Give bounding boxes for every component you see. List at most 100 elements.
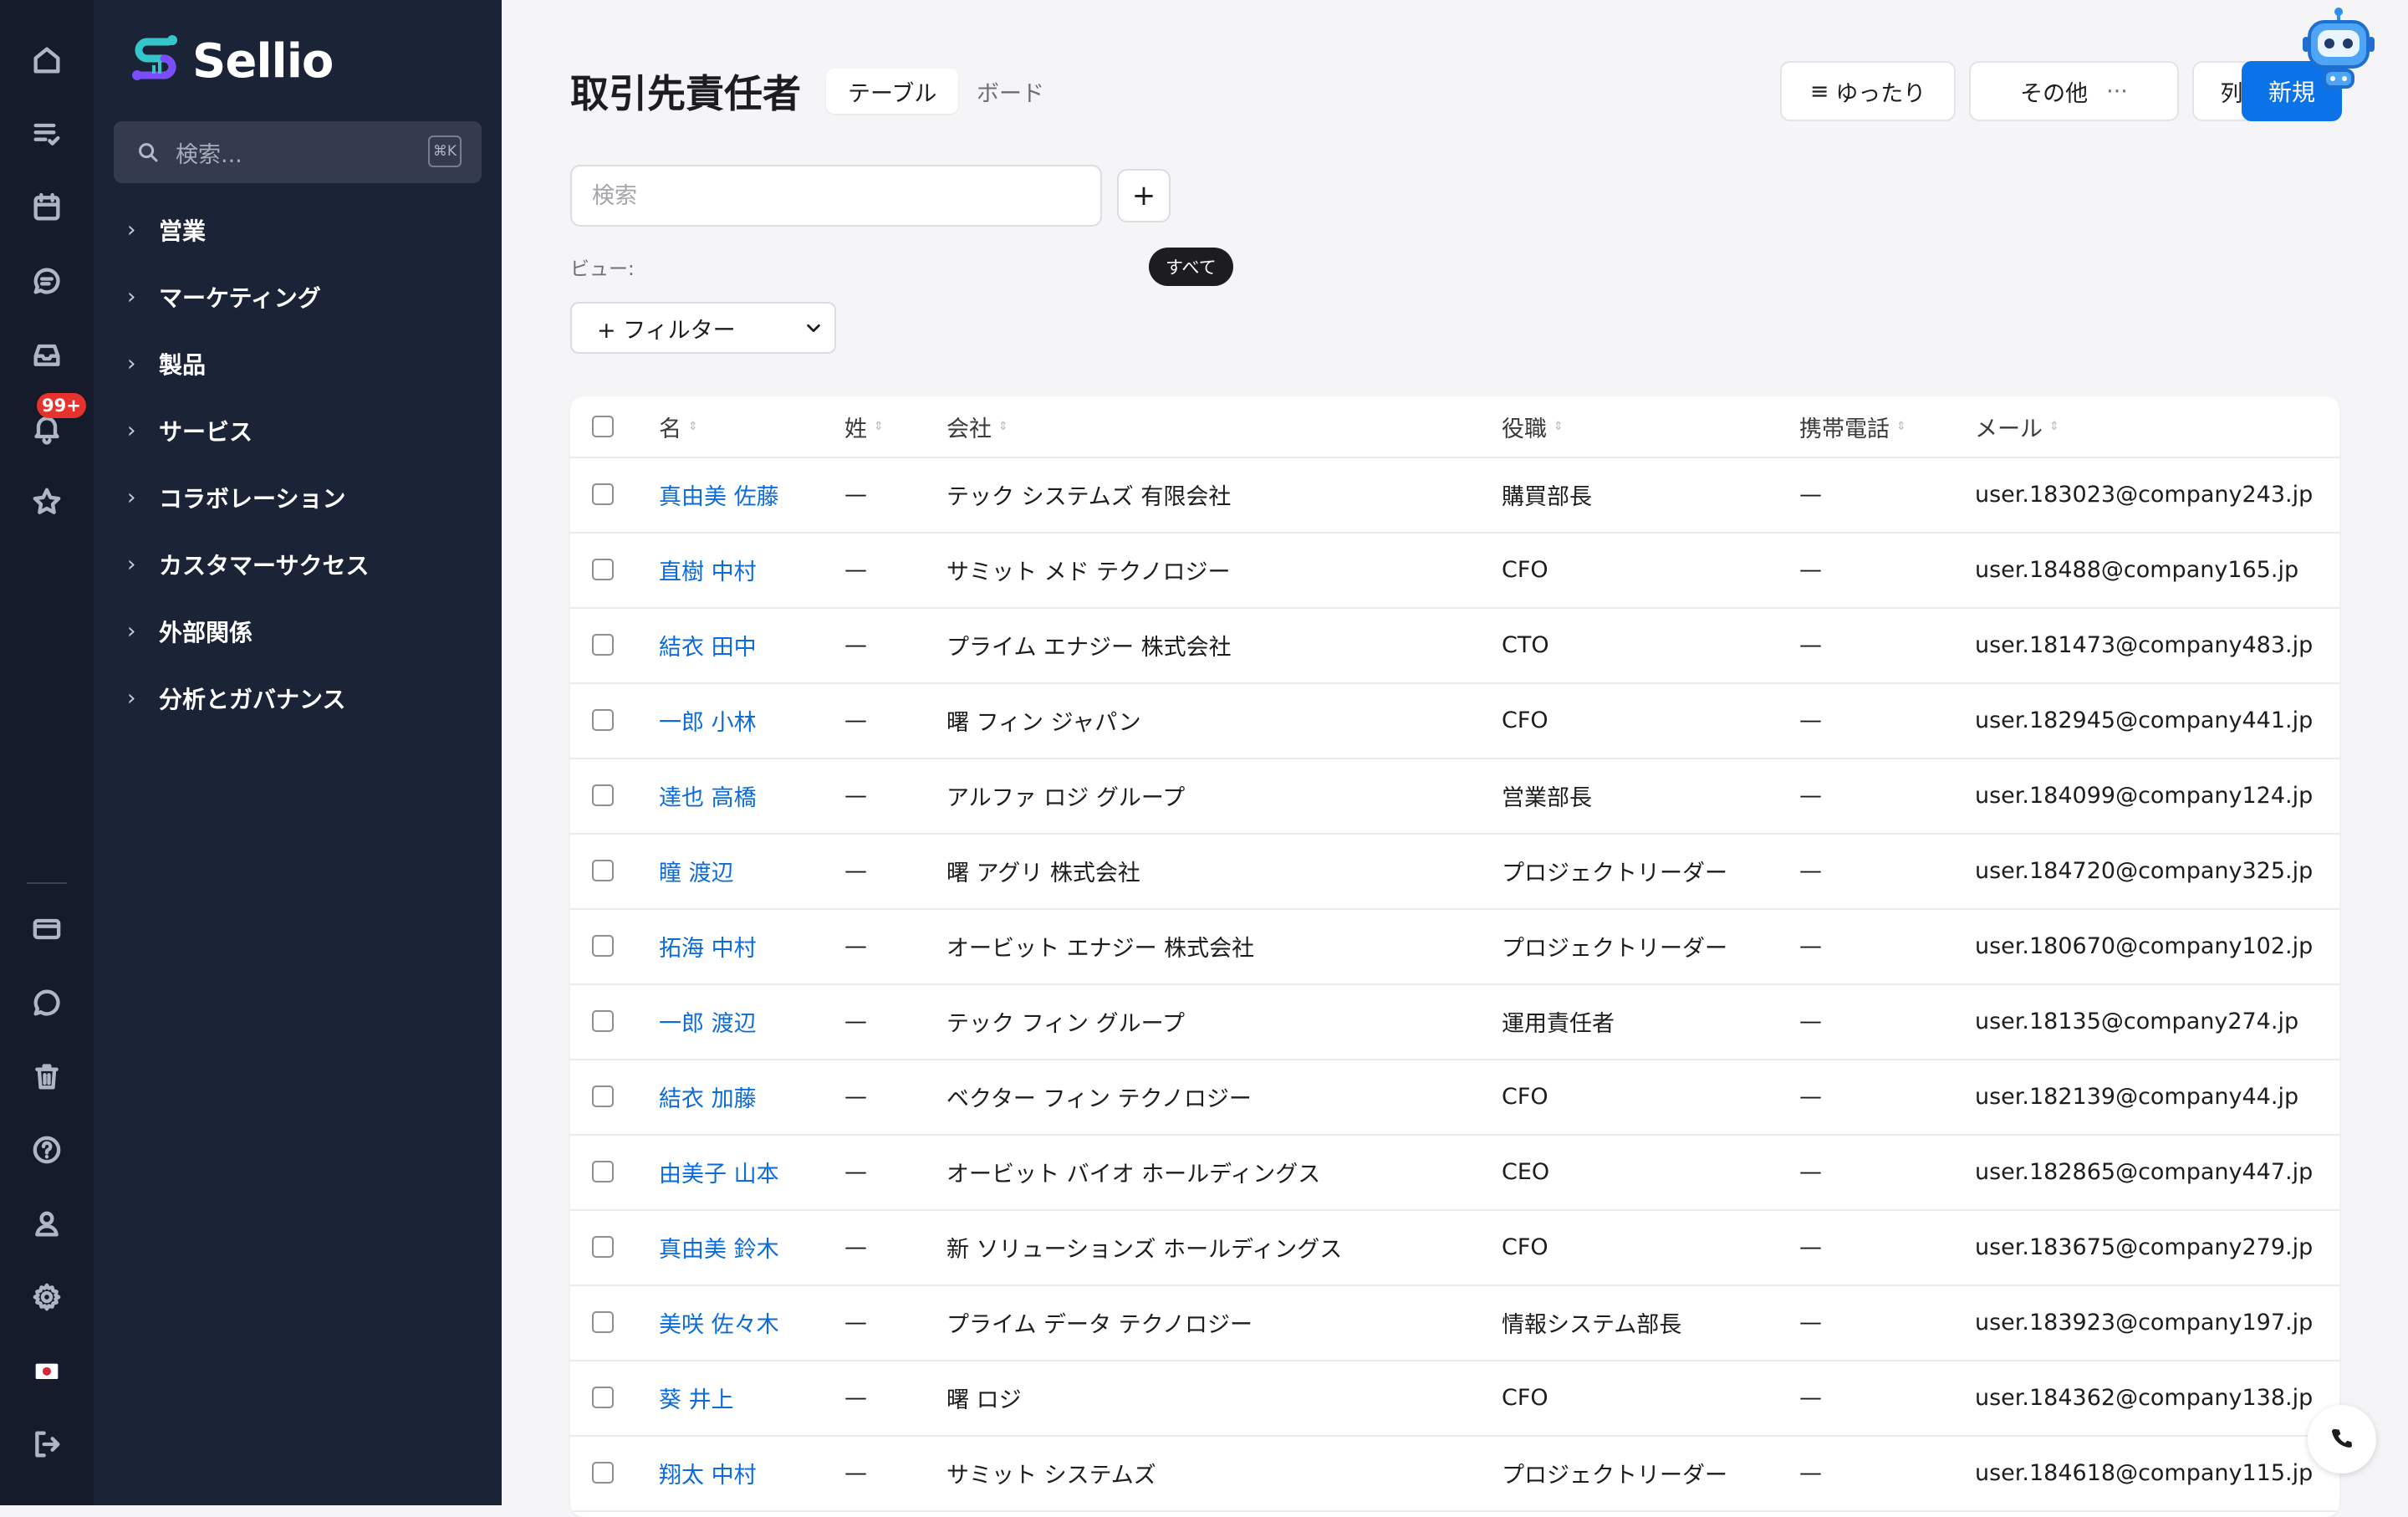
table-row[interactable]: 直樹 中村 — サミット メド テクノロジー CFO — user.18488@compa… [570, 532, 2339, 609]
table-row[interactable]: 真由美 佐藤 — テック システムズ 有限会社 購買部長 — user.183023@co… [570, 457, 2339, 534]
table-row[interactable]: 由美子 山本 — オービット バイオ ホールディングス CEO — user.182865… [570, 1134, 2339, 1211]
sidebar-item-external[interactable]: › 外部関係 [127, 606, 253, 656]
trash-icon[interactable] [28, 1058, 65, 1095]
shortcut-hint: ⌘K [428, 135, 462, 167]
select-all-checkbox[interactable] [592, 416, 614, 437]
row-checkbox[interactable] [592, 1462, 614, 1484]
cell-mobile: — [1799, 556, 1822, 583]
inbox-icon[interactable] [28, 336, 65, 373]
sidebar-item-service[interactable]: › サービス [127, 406, 253, 456]
chat-icon[interactable] [28, 263, 65, 299]
column-header-first-name[interactable]: 名 ⇕ [659, 396, 698, 457]
cell-first-name[interactable]: 結衣 加藤 [659, 1059, 757, 1134]
cell-first-name[interactable]: 達也 高橋 [659, 758, 757, 833]
column-header-last-name[interactable]: 姓 ⇕ [844, 396, 884, 457]
cell-first-name[interactable]: 一郎 小林 [659, 682, 757, 758]
cell-title: プロジェクトリーダー [1502, 1462, 1727, 1489]
row-checkbox[interactable] [592, 1085, 614, 1107]
cell-first-name[interactable]: 瞳 渡辺 [659, 833, 734, 908]
add-filter-button[interactable]: + [1117, 169, 1171, 222]
column-header-mobile[interactable]: 携帯電話 ⇕ [1799, 396, 1906, 457]
sidebar-item-marketing[interactable]: › マーケティング [127, 272, 321, 322]
row-checkbox[interactable] [592, 1311, 614, 1333]
notification-badge: 99+ [37, 393, 86, 418]
logout-icon[interactable] [28, 1426, 65, 1463]
table-row[interactable]: 達也 高橋 — アルファ ロジ グループ 営業部長 — user.184099@compa… [570, 758, 2339, 835]
row-checkbox[interactable] [592, 634, 614, 656]
filter-select[interactable]: + フィルター [570, 302, 836, 354]
home-icon[interactable] [28, 42, 65, 79]
menu-lines-icon: ≡ [1809, 78, 1829, 105]
cell-title: CFO [1502, 556, 1548, 583]
cell-mobile: — [1799, 631, 1822, 658]
tab-table[interactable]: テーブル [826, 69, 959, 114]
table-row[interactable]: 翔太 中村 — サミット システムズ プロジェクトリーダー — user.184618@c… [570, 1435, 2339, 1512]
cell-first-name[interactable]: 直樹 中村 [659, 532, 757, 607]
star-icon[interactable] [28, 483, 65, 520]
cell-company: プライム エナジー 株式会社 [946, 634, 1232, 661]
column-header-company[interactable]: 会社 ⇕ [946, 396, 1008, 457]
tab-board[interactable]: ボード [955, 69, 1066, 114]
more-button[interactable]: その他 ··· [1969, 61, 2179, 121]
cell-first-name[interactable]: 由美子 山本 [659, 1134, 779, 1209]
table-row[interactable]: 一郎 渡辺 — テック フィン グループ 運用責任者 — user.18135@compa… [570, 983, 2339, 1060]
sidebar-item-label: 外部関係 [159, 619, 253, 646]
cell-company: プライム データ テクノロジー [946, 1311, 1253, 1338]
help-icon[interactable] [28, 1131, 65, 1168]
sidebar-item-sales[interactable]: › 営業 [127, 205, 206, 255]
assistant-bot-icon[interactable] [2301, 7, 2376, 99]
row-checkbox[interactable] [592, 1236, 614, 1258]
cell-first-name[interactable]: 結衣 田中 [659, 607, 757, 682]
cell-first-name[interactable]: 美咲 佐々木 [659, 1285, 779, 1360]
table-row[interactable]: 瞳 渡辺 — 曙 アグリ 株式会社 プロジェクトリーダー — user.184720@co… [570, 833, 2339, 910]
sidebar-search[interactable]: 検索... ⌘K [114, 121, 482, 183]
cell-first-name[interactable]: 真由美 鈴木 [659, 1209, 779, 1285]
logo-icon [132, 35, 177, 80]
row-checkbox[interactable] [592, 784, 614, 806]
cell-first-name[interactable]: 真由美 佐藤 [659, 457, 779, 532]
view-chip-all[interactable]: すべて [1149, 248, 1233, 286]
page-title: 取引先責任者 [570, 71, 801, 116]
row-checkbox[interactable] [592, 935, 614, 957]
table-row[interactable]: 葵 井上 — 曙 ロジ CFO — user.184362@company138.jp [570, 1360, 2339, 1437]
row-checkbox[interactable] [592, 1387, 614, 1408]
tasks-icon[interactable] [28, 115, 65, 152]
main-content: 取引先責任者 テーブル ボード ≡ ゆったり その他 ··· 列 新規 + ビュ… [502, 0, 2408, 1517]
table-row[interactable]: 一郎 小林 — 曙 フィン ジャパン CFO — user.182945@company4… [570, 682, 2339, 759]
message-icon[interactable] [28, 984, 65, 1021]
brand[interactable]: Sellio [129, 32, 334, 90]
cell-first-name[interactable]: 翔太 中村 [659, 1435, 757, 1510]
sidebar-item-customer-success[interactable]: › カスタマーサクセス [127, 539, 369, 590]
card-icon[interactable] [28, 911, 65, 947]
call-button[interactable] [2308, 1405, 2376, 1474]
user-icon[interactable] [28, 1205, 65, 1242]
sort-icon: ⇕ [1553, 420, 1564, 433]
row-checkbox[interactable] [592, 483, 614, 505]
search-input[interactable] [570, 165, 1102, 227]
row-checkbox[interactable] [592, 1161, 614, 1182]
sidebar-item-analytics[interactable]: › 分析とガバナンス [127, 673, 345, 723]
sidebar-item-products[interactable]: › 製品 [127, 339, 206, 389]
sidebar-item-collaboration[interactable]: › コラボレーション [127, 472, 345, 523]
cell-first-name[interactable]: 一郎 渡辺 [659, 983, 757, 1059]
row-checkbox[interactable] [592, 1010, 614, 1032]
cell-title: 購買部長 [1502, 483, 1592, 510]
cell-email: user.183023@company243.jp [1975, 481, 2314, 508]
flag-icon[interactable] [28, 1352, 65, 1389]
gear-icon[interactable] [28, 1279, 65, 1315]
cell-first-name[interactable]: 葵 井上 [659, 1360, 734, 1435]
table-row[interactable]: 拓海 中村 — オービット エナジー 株式会社 プロジェクトリーダー — user.180… [570, 908, 2339, 985]
column-header-email[interactable]: メール ⇕ [1975, 396, 2059, 457]
table-row[interactable]: 結衣 加藤 — ベクター フィン テクノロジー CFO — user.182139@com… [570, 1059, 2339, 1136]
row-checkbox[interactable] [592, 860, 614, 881]
row-checkbox[interactable] [592, 709, 614, 731]
row-checkbox[interactable] [592, 559, 614, 580]
table-row[interactable]: 真由美 鈴木 — 新 ソリューションズ ホールディングス CFO — user.18367… [570, 1209, 2339, 1286]
column-header-title[interactable]: 役職 ⇕ [1502, 396, 1564, 457]
density-button[interactable]: ≡ ゆったり [1780, 61, 1956, 121]
table-row[interactable]: 美咲 佐々木 — プライム データ テクノロジー 情報システム部長 — user.1839… [570, 1285, 2339, 1361]
calendar-icon[interactable] [28, 189, 65, 226]
table-row[interactable]: 結衣 田中 — プライム エナジー 株式会社 CTO — user.181473@comp… [570, 607, 2339, 684]
cell-email: user.184362@company138.jp [1975, 1384, 2314, 1411]
cell-first-name[interactable]: 拓海 中村 [659, 908, 757, 983]
